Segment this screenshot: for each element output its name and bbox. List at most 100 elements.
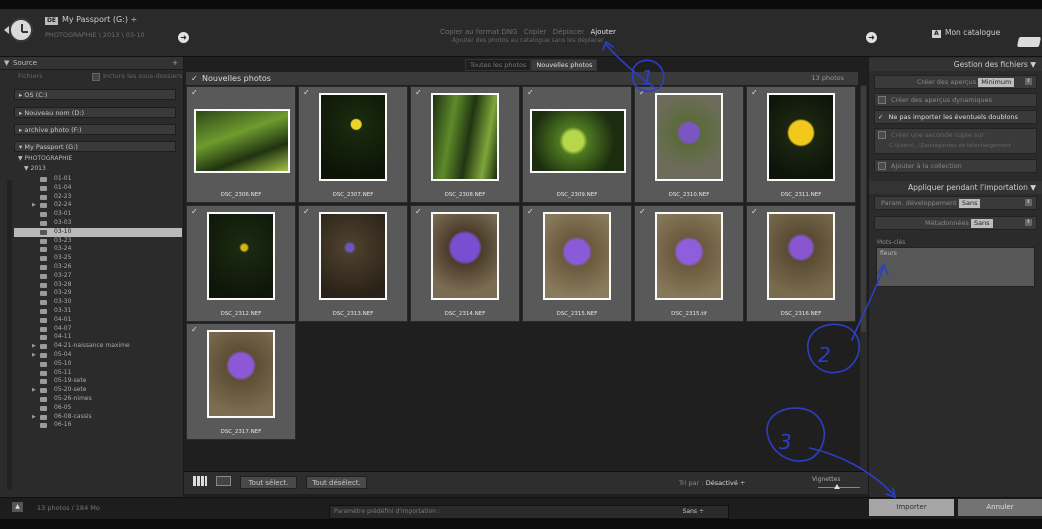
- photo-checkbox-icon[interactable]: ✓: [415, 207, 422, 216]
- photo-thumbnail[interactable]: [319, 212, 387, 300]
- folder-item[interactable]: 01-01: [14, 175, 182, 184]
- slider-knob-icon[interactable]: [834, 484, 840, 489]
- expand-triangle-icon[interactable]: ▶: [32, 386, 36, 395]
- keywords-field[interactable]: fleurs: [876, 247, 1035, 287]
- folder-item[interactable]: 06-05: [14, 404, 182, 413]
- photo-thumbnail[interactable]: [530, 109, 626, 173]
- folder-item[interactable]: 05-11: [14, 369, 182, 378]
- expand-triangle-icon[interactable]: ▶: [32, 351, 36, 360]
- tab-all-photos[interactable]: Toutes les photos: [465, 59, 532, 71]
- dropdown-arrow-icon[interactable]: ⇕: [1025, 78, 1032, 85]
- photo-thumbnail[interactable]: [767, 212, 835, 300]
- loupe-view-icon[interactable]: [216, 476, 231, 486]
- mode-copy[interactable]: Copier: [524, 28, 547, 36]
- source-arrow-icon[interactable]: ➜: [178, 32, 189, 43]
- tab-new-photos[interactable]: Nouvelles photos: [531, 59, 598, 71]
- folder-item[interactable]: 03-25: [14, 254, 182, 263]
- import-button[interactable]: Importer: [869, 499, 954, 516]
- photo-checkbox-icon[interactable]: ✓: [751, 207, 758, 216]
- folder-item[interactable]: ▶ 05-04: [14, 351, 182, 360]
- folder-item[interactable]: 03-28: [14, 281, 182, 290]
- photo-thumbnail[interactable]: [655, 212, 723, 300]
- photo-cell[interactable]: ✓ DSC_2315.NEF: [522, 205, 632, 322]
- folder-item[interactable]: 04-11: [14, 333, 182, 342]
- folder-item[interactable]: ▶ 06-08-cassis: [14, 413, 182, 422]
- folder-item[interactable]: 02-23: [14, 193, 182, 202]
- second-copy-checkbox[interactable]: [878, 131, 886, 139]
- folder-item[interactable]: 03-27: [14, 272, 182, 281]
- photo-thumbnail[interactable]: [207, 330, 275, 418]
- second-copy-row[interactable]: Créer une seconde copie sur : C:\Users\.…: [874, 128, 1037, 154]
- photo-thumbnail[interactable]: [194, 109, 290, 173]
- photo-checkbox-icon[interactable]: ✓: [639, 207, 646, 216]
- dropdown-arrow-icon[interactable]: ⇕: [1025, 199, 1032, 206]
- folder-photographie[interactable]: ▼ PHOTOGRAPHIE: [18, 155, 72, 162]
- no-duplicates-row[interactable]: ✓ Ne pas importer les éventuels doublons: [874, 110, 1037, 124]
- volume-new-name[interactable]: ▸ Nouveau nom (D:): [14, 107, 176, 118]
- source-scrollbar[interactable]: [7, 180, 12, 490]
- folder-item[interactable]: 05-19-sete: [14, 377, 182, 386]
- photo-cell[interactable]: ✓ DSC_2310.NEF: [634, 86, 744, 203]
- expand-icon[interactable]: ▲: [12, 502, 23, 512]
- photo-checkbox-icon[interactable]: ✓: [303, 88, 310, 97]
- destination-catalog[interactable]: Mon catalogue: [945, 28, 1000, 37]
- folder-item[interactable]: ▶ 02-24: [14, 201, 182, 210]
- folder-item[interactable]: 05-26-nimes: [14, 395, 182, 404]
- photo-cell[interactable]: ✓ DSC_2313.NEF: [298, 205, 408, 322]
- file-handling-header[interactable]: Gestion des fichiers ▼: [869, 58, 1042, 71]
- metadata-dropdown[interactable]: Sans: [970, 219, 993, 228]
- photo-cell[interactable]: ✓ DSC_2316.NEF: [746, 205, 856, 322]
- apply-during-import-header[interactable]: Appliquer pendant l'importation ▼: [869, 181, 1042, 194]
- photo-cell[interactable]: ✓ DSC_2308.NEF: [410, 86, 520, 203]
- folder-item[interactable]: 03-30: [14, 298, 182, 307]
- destination-arrow-icon[interactable]: ➜: [866, 32, 877, 43]
- group-checkbox-icon[interactable]: ✓: [191, 72, 198, 85]
- volume-archive[interactable]: ▸ archive photo (F:): [14, 124, 176, 135]
- folder-item[interactable]: 03-10: [14, 227, 182, 237]
- preset-value[interactable]: Sans ÷: [683, 506, 704, 518]
- select-all-button[interactable]: Tout sélect.: [240, 476, 297, 489]
- photo-thumbnail[interactable]: [543, 212, 611, 300]
- grid-scrollbar-thumb[interactable]: [861, 86, 866, 332]
- photo-thumbnail[interactable]: [319, 93, 387, 181]
- photo-checkbox-icon[interactable]: ✓: [191, 88, 198, 97]
- photo-cell[interactable]: ✓ DSC_2307.NEF: [298, 86, 408, 203]
- sort-control[interactable]: Tri par : Désactivé ÷: [679, 479, 745, 487]
- photo-cell[interactable]: ✓ DSC_2317.NEF: [186, 323, 296, 440]
- photo-cell[interactable]: ✓ DSC_2312.NEF: [186, 205, 296, 322]
- folder-item[interactable]: 03-03: [14, 219, 182, 228]
- photo-thumbnail[interactable]: [767, 93, 835, 181]
- no-duplicates-checkbox[interactable]: ✓: [878, 113, 883, 121]
- photo-cell[interactable]: ✓ DSC_2314.NEF: [410, 205, 520, 322]
- folder-2013[interactable]: ▼ 2013: [24, 165, 46, 172]
- folder-item[interactable]: 06-16: [14, 421, 182, 430]
- folder-item[interactable]: 01-04: [14, 184, 182, 193]
- photo-cell[interactable]: ✓ DSC_2306.NEF: [186, 86, 296, 203]
- dropdown-arrow-icon[interactable]: ⇕: [1025, 219, 1032, 226]
- folder-item[interactable]: 05-10: [14, 360, 182, 369]
- sort-value[interactable]: Désactivé ÷: [706, 479, 746, 487]
- photo-checkbox-icon[interactable]: ✓: [527, 88, 534, 97]
- photo-thumbnail[interactable]: [431, 212, 499, 300]
- photo-checkbox-icon[interactable]: ✓: [191, 207, 198, 216]
- photo-cell[interactable]: ✓ DSC_2309.NEF: [522, 86, 632, 203]
- folder-item[interactable]: 03-24: [14, 245, 182, 254]
- photo-checkbox-icon[interactable]: ✓: [415, 88, 422, 97]
- source-selector[interactable]: My Passport (G:) ÷: [62, 15, 137, 24]
- photo-thumbnail[interactable]: [655, 93, 723, 181]
- include-subfolders-checkbox[interactable]: [92, 73, 100, 81]
- photo-thumbnail[interactable]: [431, 93, 499, 181]
- add-source-icon[interactable]: +: [172, 57, 178, 69]
- photo-thumbnail[interactable]: [207, 212, 275, 300]
- folder-item[interactable]: 03-23: [14, 237, 182, 246]
- cancel-button[interactable]: Annuler: [958, 499, 1042, 516]
- photo-checkbox-icon[interactable]: ✓: [303, 207, 310, 216]
- photo-cell[interactable]: ✓ DSC_2311.NEF: [746, 86, 856, 203]
- volume-os[interactable]: ▸ OS (C:): [14, 89, 176, 100]
- photo-checkbox-icon[interactable]: ✓: [639, 88, 646, 97]
- folder-item[interactable]: 04-01: [14, 316, 182, 325]
- folder-item[interactable]: ▶ 05-20-sete: [14, 386, 182, 395]
- folder-item[interactable]: 04-07: [14, 325, 182, 334]
- photo-checkbox-icon[interactable]: ✓: [191, 325, 198, 334]
- import-preset-selector[interactable]: Paramètre prédéfini d'importation : Sans…: [329, 505, 729, 519]
